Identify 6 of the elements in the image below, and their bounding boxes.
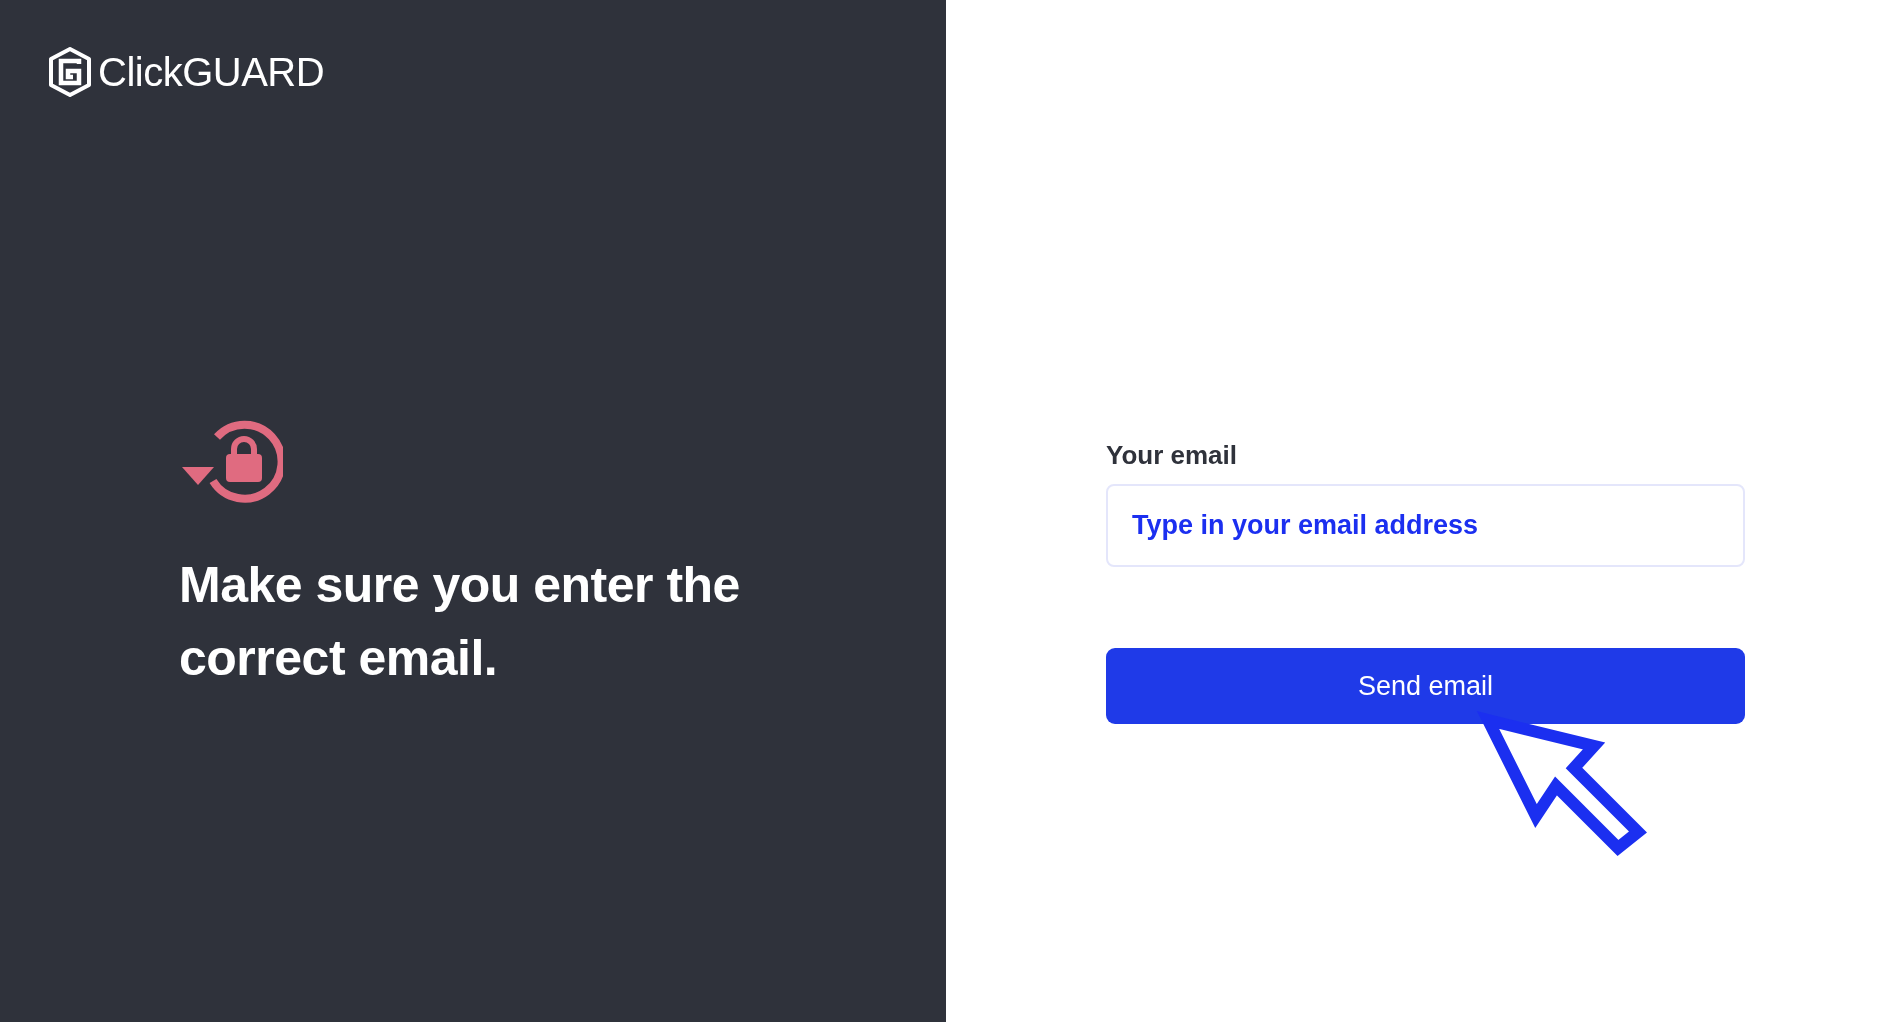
brand-logo-text: ClickGUARD [98,49,325,96]
email-field[interactable]: Type in your email address [1106,484,1745,567]
send-email-button[interactable]: Send email [1106,648,1745,724]
email-label: Your email [1106,439,1238,472]
info-heading: Make sure you enter the correct email. [179,556,741,688]
shield-logo-icon [48,47,92,97]
